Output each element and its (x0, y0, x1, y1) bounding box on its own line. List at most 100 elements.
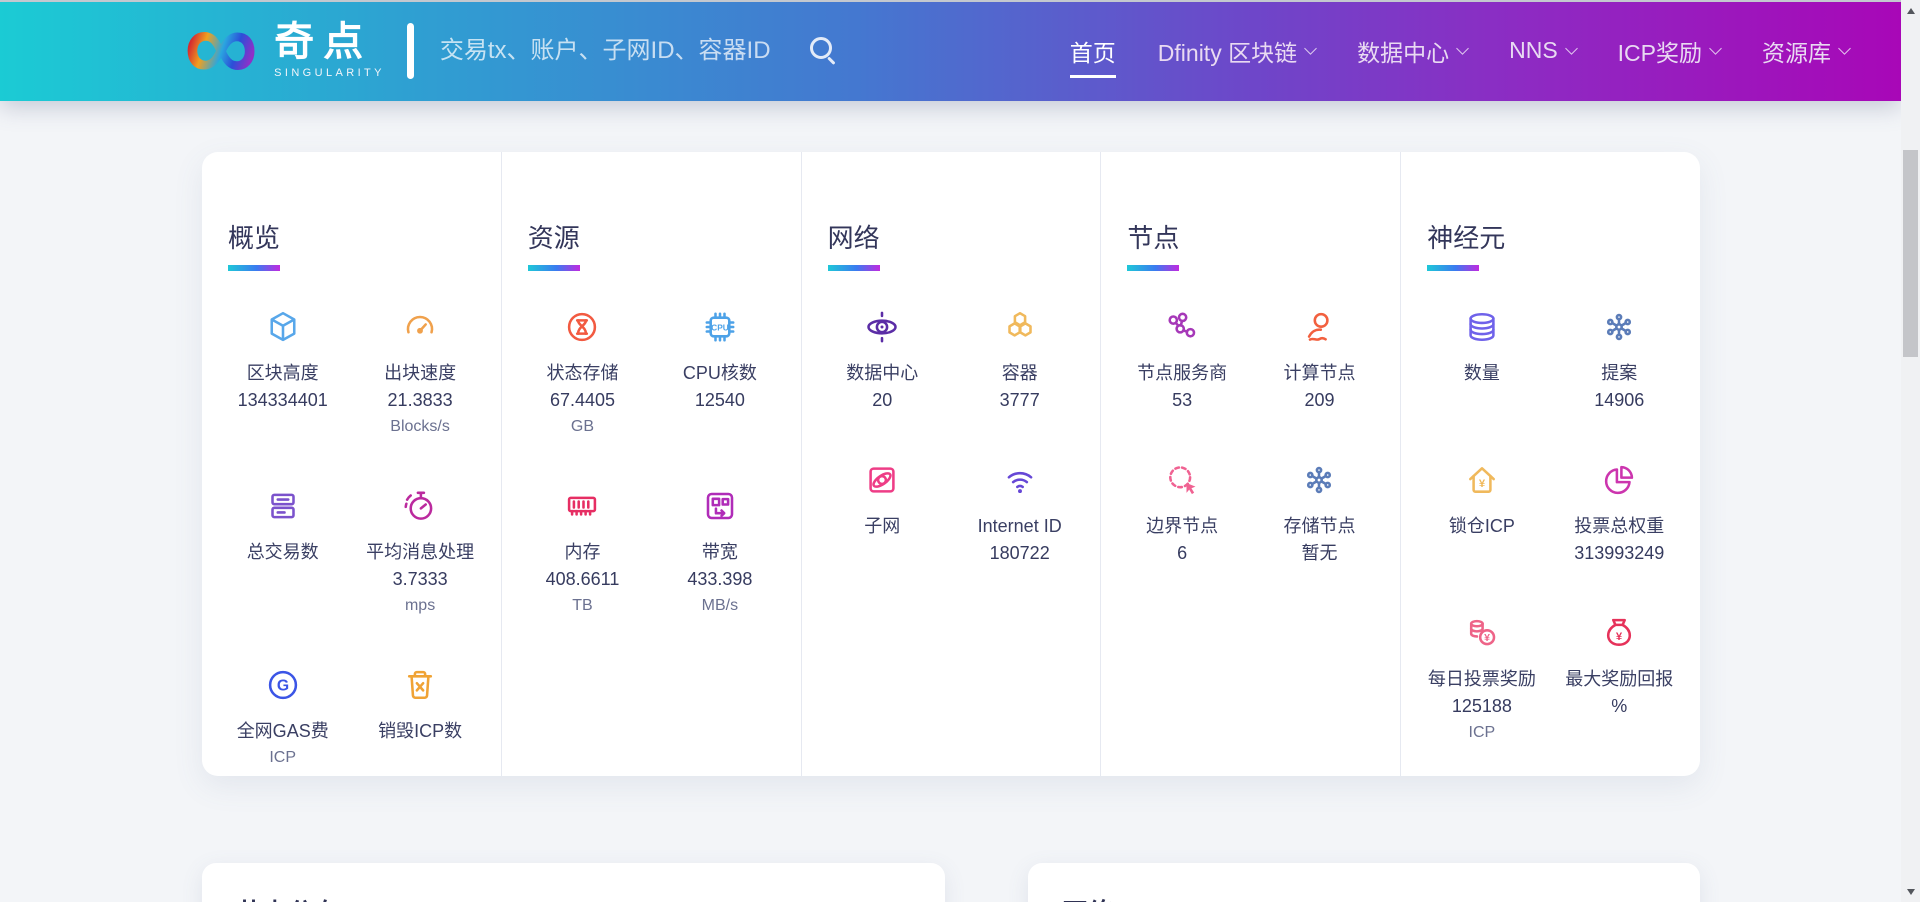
stat-value: 21.3833 (388, 387, 453, 414)
stat-label: 平均消息处理 (366, 539, 474, 566)
stat-item: 投票总权重313993249 (1551, 462, 1688, 567)
window-top-edge (0, 0, 1920, 2)
svg-text:¥: ¥ (1479, 478, 1486, 490)
section-title: 资源 (528, 218, 801, 255)
stat-value: 408.6611 (546, 566, 620, 593)
stat-item: 数据中心20 (814, 309, 951, 414)
svg-text:CPU: CPU (711, 322, 729, 332)
stat-unit: ICP (269, 745, 296, 771)
stat-item: 存储节点暂无 (1251, 462, 1388, 567)
stats-section: 节点节点服务商53计算节点209边界节点6存储节点暂无 (1101, 152, 1401, 776)
stat-label: 每日投票奖励 (1428, 666, 1536, 693)
stat-item: 边界节点6 (1113, 462, 1250, 567)
search-input[interactable] (440, 37, 792, 65)
stat-item: ¥锁仓ICP (1413, 462, 1550, 540)
stat-value: 134334401 (238, 387, 328, 414)
cpu-icon: CPU (702, 309, 738, 345)
nav-item-link[interactable]: Dfinity 区块链 (1158, 34, 1315, 68)
stats-section: 概览区块高度134334401 出块速度21.3833Blocks/s 总交易数 平均… (202, 152, 502, 776)
stat-label: 最大奖励回报 (1565, 666, 1673, 693)
stat-unit: TB (572, 593, 592, 619)
section-title-underline (228, 265, 280, 271)
stat-value: 313993249 (1574, 540, 1664, 567)
stat-item: 状态存储67.4405GB (514, 309, 651, 440)
stopwatch-icon (402, 488, 438, 524)
network-card: 网络 (1028, 863, 1700, 902)
stat-value: 6 (1177, 540, 1187, 567)
nav-item-label: Dfinity 区块链 (1158, 34, 1297, 68)
section-title: 概览 (228, 218, 501, 255)
stat-label: 带宽 (702, 539, 738, 566)
section-head: 神经元 (1401, 218, 1700, 271)
stat-label: 状态存储 (546, 360, 618, 387)
svg-text:¥: ¥ (1616, 631, 1623, 643)
brand-name: 奇点 (274, 22, 372, 62)
section-head: 网络 (802, 218, 1101, 271)
nav-item-link[interactable]: ICP奖励 (1618, 34, 1720, 68)
nav-item-link[interactable]: NNS (1509, 37, 1576, 64)
stat-value: 14906 (1594, 387, 1644, 414)
chevron-down-icon (1709, 42, 1722, 55)
stat-grid: 状态存储67.4405GBCPUCPU核数12540内存408.6611TB带宽… (502, 309, 801, 619)
stat-item: CPUCPU核数12540 (651, 309, 788, 414)
stat-label: 计算节点 (1283, 360, 1355, 387)
section-title: 节点 (1127, 218, 1400, 255)
neuron-count-icon (1464, 309, 1500, 345)
search-icon[interactable] (810, 37, 837, 64)
stat-item: 销毁ICP数 (351, 667, 488, 745)
archive-icon (265, 488, 301, 524)
bottom-card-title: 网络 (1028, 863, 1700, 902)
gauge-icon (402, 309, 438, 345)
stat-label: 存储节点 (1283, 513, 1355, 540)
internet-wifi-icon (1002, 462, 1038, 498)
nav-links: 首页 Dfinity 区块链 数据中心 NNS ICP奖励 资源库 (1070, 34, 1901, 68)
brand-subtitle: SINGULARITY (274, 67, 385, 79)
node-provider-icon (1164, 309, 1200, 345)
stats-overview-card: 概览区块高度134334401 出块速度21.3833Blocks/s 总交易数 平均… (202, 152, 1700, 776)
scroll-down-button[interactable] (1901, 883, 1920, 900)
compute-node-icon (1301, 309, 1337, 345)
nav-item-label: 首页 (1070, 34, 1116, 78)
stat-value: 3.7333 (393, 566, 448, 593)
stat-label: 区块高度 (247, 360, 319, 387)
scroll-up-button[interactable] (1901, 2, 1920, 19)
proposal-icon (1601, 309, 1637, 345)
stat-item: G全网GAS费ICP (214, 667, 351, 771)
stat-item: 出块速度21.3833Blocks/s (351, 309, 488, 440)
section-title-underline (1427, 265, 1479, 271)
section-head: 概览 (202, 218, 501, 271)
scrollbar[interactable] (1901, 0, 1920, 902)
arrow-up-icon (1907, 8, 1915, 14)
stat-item: 带宽433.398MB/s (651, 488, 788, 619)
daily-reward-coins-icon: ¥ (1464, 615, 1500, 651)
stat-unit: Blocks/s (390, 414, 450, 440)
nav-item-active[interactable]: 首页 (1070, 34, 1116, 68)
stats-section: 资源状态存储67.4405GBCPUCPU核数12540内存408.6611TB… (502, 152, 802, 776)
stat-unit: GB (571, 414, 594, 440)
stat-value: 433.398 (687, 566, 752, 593)
stat-item: 平均消息处理3.7333mps (351, 488, 488, 619)
nav-item-link[interactable]: 数据中心 (1357, 34, 1467, 68)
arrow-down-icon (1907, 889, 1915, 895)
stat-item: 节点服务商53 (1113, 309, 1250, 414)
nav-item-link[interactable]: 资源库 (1762, 34, 1849, 68)
section-head: 资源 (502, 218, 801, 271)
stats-section: 神经元数量提案14906¥锁仓ICP投票总权重313993249¥每日投票奖励1… (1401, 152, 1700, 776)
brand-logo[interactable]: ∞ 奇点 SINGULARITY (184, 0, 385, 101)
stat-item: 提案14906 (1551, 309, 1688, 414)
stat-item: ¥每日投票奖励125188ICP (1413, 615, 1550, 746)
infinity-logo-icon: ∞ (184, 0, 258, 97)
scrollbar-thumb[interactable] (1903, 150, 1918, 357)
search-divider (407, 23, 414, 79)
nav-item-label: 数据中心 (1357, 34, 1449, 68)
voting-power-pie-icon (1601, 462, 1637, 498)
stat-label: 全网GAS费 (237, 718, 329, 745)
stats-section: 网络数据中心20容器3777子网Internet ID180722 (802, 152, 1102, 776)
max-return-moneybag-icon: ¥ (1601, 615, 1637, 651)
nav-item-label: 资源库 (1762, 34, 1831, 68)
stat-item: 总交易数 (214, 488, 351, 566)
stat-label: 提案 (1601, 360, 1637, 387)
stat-label: 总交易数 (247, 539, 319, 566)
subnet-icon (864, 462, 900, 498)
section-title: 网络 (828, 218, 1101, 255)
